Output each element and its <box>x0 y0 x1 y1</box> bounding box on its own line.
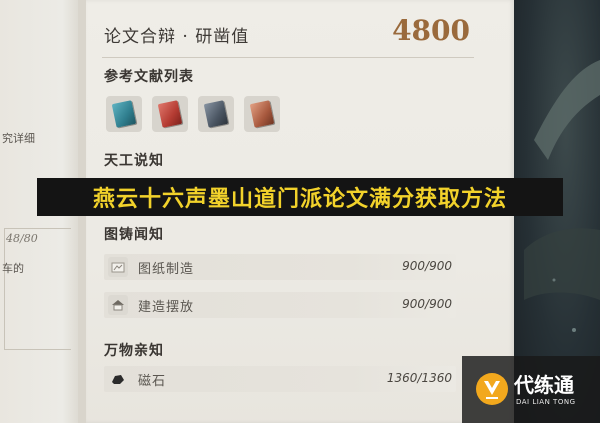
left-panel-text: 车的 <box>2 262 24 275</box>
book-rust-icon <box>249 100 275 128</box>
row-progress: 900/900 <box>402 297 452 311</box>
book-teal-icon <box>111 100 137 128</box>
watermark-subtitle: DAI LIAN TONG <box>516 398 576 406</box>
research-score-value: 4800 <box>392 14 470 47</box>
game-screen: 究详细 48/80 车的 论文合辩 · 研凿值 4800 参考文献列表 天工说知… <box>0 0 600 423</box>
left-panel-progress: 48/80 <box>6 232 38 245</box>
panel-title: 论文合辩 · 研凿值 <box>104 27 250 47</box>
reference-book-slot[interactable] <box>152 96 188 132</box>
list-item[interactable]: 磁石 1360/1360 <box>104 366 456 392</box>
blueprint-icon <box>108 257 128 277</box>
reference-book-slot[interactable] <box>244 96 280 132</box>
section-wanwu-label: 万物亲知 <box>104 343 164 359</box>
list-item[interactable]: 图纸制造 900/900 <box>104 254 456 280</box>
references-label: 参考文献列表 <box>104 69 194 85</box>
magnet-stone-icon <box>108 369 128 389</box>
row-progress: 1360/1360 <box>386 371 452 385</box>
reference-book-slot[interactable] <box>106 96 142 132</box>
row-progress: 900/900 <box>402 259 452 273</box>
left-panel-text: 究详细 <box>2 132 35 145</box>
row-label: 图纸制造 <box>138 262 195 277</box>
section-tuzhu-label: 图铸闻知 <box>104 227 164 243</box>
reference-book-slot[interactable] <box>198 96 234 132</box>
list-item[interactable]: 建造摆放 900/900 <box>104 292 456 318</box>
row-label: 磁石 <box>138 374 167 389</box>
reference-book-list <box>106 96 280 132</box>
daliantong-logo-icon <box>476 373 508 405</box>
banner-text: 燕云十六声墨山道门派论文满分获取方法 <box>92 187 507 212</box>
book-red-icon <box>157 100 183 128</box>
building-icon <box>108 295 128 315</box>
title-banner: 燕云十六声墨山道门派论文满分获取方法 <box>37 178 563 216</box>
section-tiangong-label: 天工说知 <box>104 153 164 169</box>
watermark: 代练通 DAI LIAN TONG <box>462 356 600 423</box>
book-slate-icon <box>203 100 229 128</box>
row-label: 建造摆放 <box>138 300 195 315</box>
header-divider <box>102 57 474 58</box>
left-panel-frame <box>4 228 71 350</box>
watermark-name: 代练通 <box>514 373 574 397</box>
